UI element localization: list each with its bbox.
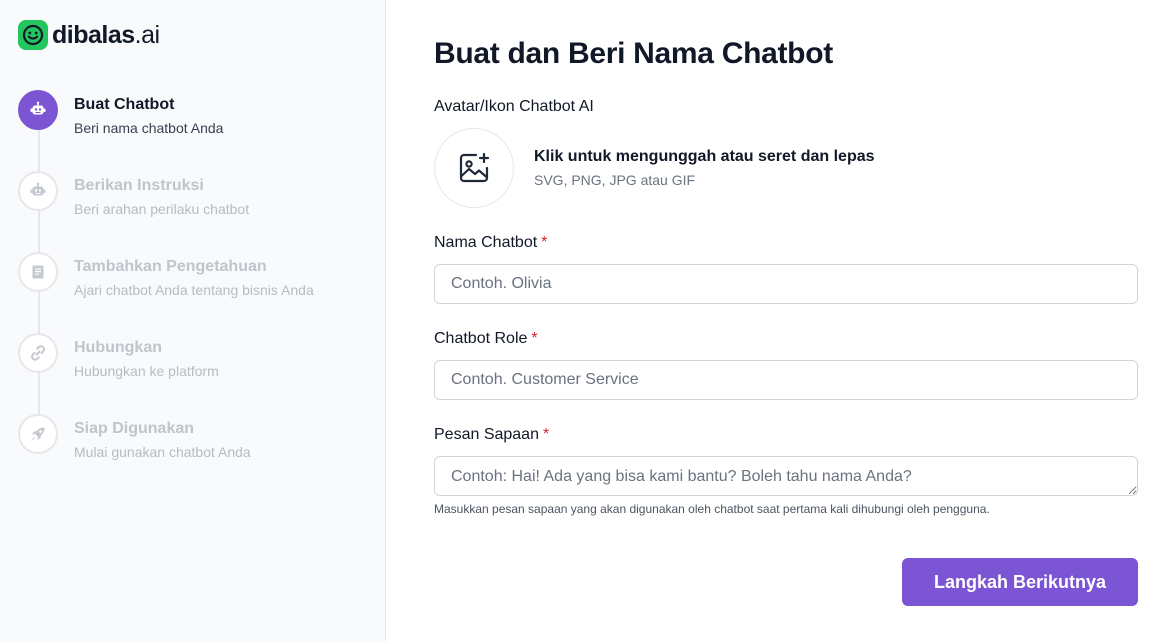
required-mark: *: [531, 330, 538, 347]
step-hubungkan[interactable]: Hubungkan Hubungkan ke platform: [18, 333, 378, 393]
step-buat-chatbot[interactable]: Buat Chatbot Beri nama chatbot Anda: [18, 90, 378, 150]
logo-name: dibalas: [52, 20, 135, 49]
step-subtitle: Mulai gunakan chatbot Anda: [74, 444, 251, 460]
step-title: Tambahkan Pengetahuan: [74, 258, 267, 275]
avatar-upload-button[interactable]: [434, 128, 514, 208]
book-icon: [18, 252, 58, 292]
upload-title[interactable]: Klik untuk mengunggah atau seret dan lep…: [534, 148, 875, 166]
chatbot-name-label-text: Nama Chatbot: [434, 234, 538, 251]
logo: dibalas.ai: [18, 20, 160, 50]
chatbot-name-label: Nama Chatbot *: [434, 234, 547, 252]
greeting-textarea[interactable]: [434, 456, 1138, 496]
logo-text: dibalas.ai: [52, 21, 160, 50]
step-title: Hubungkan: [74, 339, 162, 356]
step-siap-digunakan[interactable]: Siap Digunakan Mulai gunakan chatbot And…: [18, 414, 378, 474]
link-icon: [18, 333, 58, 373]
next-step-button[interactable]: Langkah Berikutnya: [902, 558, 1138, 606]
chatbot-role-label-text: Chatbot Role: [434, 330, 528, 347]
logo-suffix: .ai: [134, 20, 160, 49]
chatbot-role-input[interactable]: [434, 360, 1138, 400]
step-subtitle: Beri nama chatbot Anda: [74, 120, 224, 136]
step-berikan-instruksi[interactable]: Berikan Instruksi Beri arahan perilaku c…: [18, 171, 378, 231]
sidebar: dibalas.ai Buat Chatbot Beri nama chatbo…: [0, 0, 386, 641]
step-title: Buat Chatbot: [74, 96, 175, 113]
image-add-icon: [459, 152, 490, 183]
avatar-label: Avatar/Ikon Chatbot AI: [434, 98, 594, 115]
required-mark: *: [542, 426, 550, 443]
step-subtitle: Beri arahan perilaku chatbot: [74, 201, 250, 217]
step-subtitle: Hubungkan ke platform: [74, 363, 219, 379]
required-mark: *: [541, 234, 548, 251]
greeting-help-text: Masukkan pesan sapaan yang akan digunaka…: [434, 502, 990, 516]
logo-smile-icon: [18, 20, 48, 50]
greeting-label-text: Pesan Sapaan: [434, 426, 539, 443]
rocket-icon: [18, 414, 58, 454]
upload-hint: SVG, PNG, JPG atau GIF: [534, 172, 696, 188]
chatbot-role-label: Chatbot Role *: [434, 330, 538, 348]
step-subtitle: Ajari chatbot Anda tentang bisnis Anda: [74, 282, 314, 298]
step-title: Siap Digunakan: [74, 420, 195, 437]
chatbot-name-input[interactable]: [434, 264, 1138, 304]
step-tambahkan-pengetahuan[interactable]: Tambahkan Pengetahuan Ajari chatbot Anda…: [18, 252, 378, 312]
greeting-label: Pesan Sapaan *: [434, 426, 549, 444]
step-title: Berikan Instruksi: [74, 177, 204, 194]
robot-icon: [18, 90, 58, 130]
robot-icon: [18, 171, 58, 211]
page-title: Buat dan Beri Nama Chatbot: [434, 37, 833, 70]
